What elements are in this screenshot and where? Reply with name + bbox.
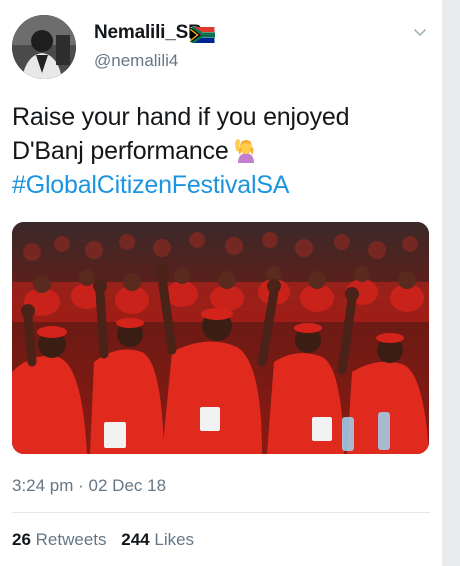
crowd-photo-image — [12, 222, 429, 454]
tweet-timestamp[interactable]: 3:24 pm · 02 Dec 18 — [12, 476, 166, 496]
tweet-text: Raise your hand if you enjoyed D'Banj pe… — [12, 100, 432, 202]
tweet-stats: 26 Retweets 244 Likes — [12, 530, 204, 550]
display-name[interactable]: Nemalili_SR — [94, 22, 202, 44]
user-handle[interactable]: @nemalili4 — [94, 51, 178, 71]
tweet-photo[interactable] — [12, 222, 429, 454]
woman-raising-hand-emoji-icon — [234, 139, 254, 163]
likes-count: 244 — [121, 530, 150, 549]
divider — [12, 512, 430, 513]
avatar[interactable] — [12, 15, 76, 79]
tweet-text-line: D'Banj performance — [12, 137, 229, 165]
tweet-card: Nemalili_SR @nemalili4 Raise your hand i… — [0, 0, 442, 566]
hashtag-link[interactable]: #GlobalCitizenFestivalSA — [12, 168, 432, 202]
tweet-text-line: Raise your hand if you enjoyed — [12, 103, 350, 131]
south-africa-flag-icon — [190, 27, 215, 43]
likes-label: Likes — [154, 530, 195, 549]
retweets-count: 26 — [12, 530, 31, 549]
retweets-label: Retweets — [35, 530, 107, 549]
chevron-down-icon[interactable] — [410, 22, 430, 42]
page-background-edge — [442, 0, 460, 566]
retweets-stat[interactable]: 26 Retweets — [12, 530, 107, 550]
likes-stat[interactable]: 244 Likes — [121, 530, 194, 550]
